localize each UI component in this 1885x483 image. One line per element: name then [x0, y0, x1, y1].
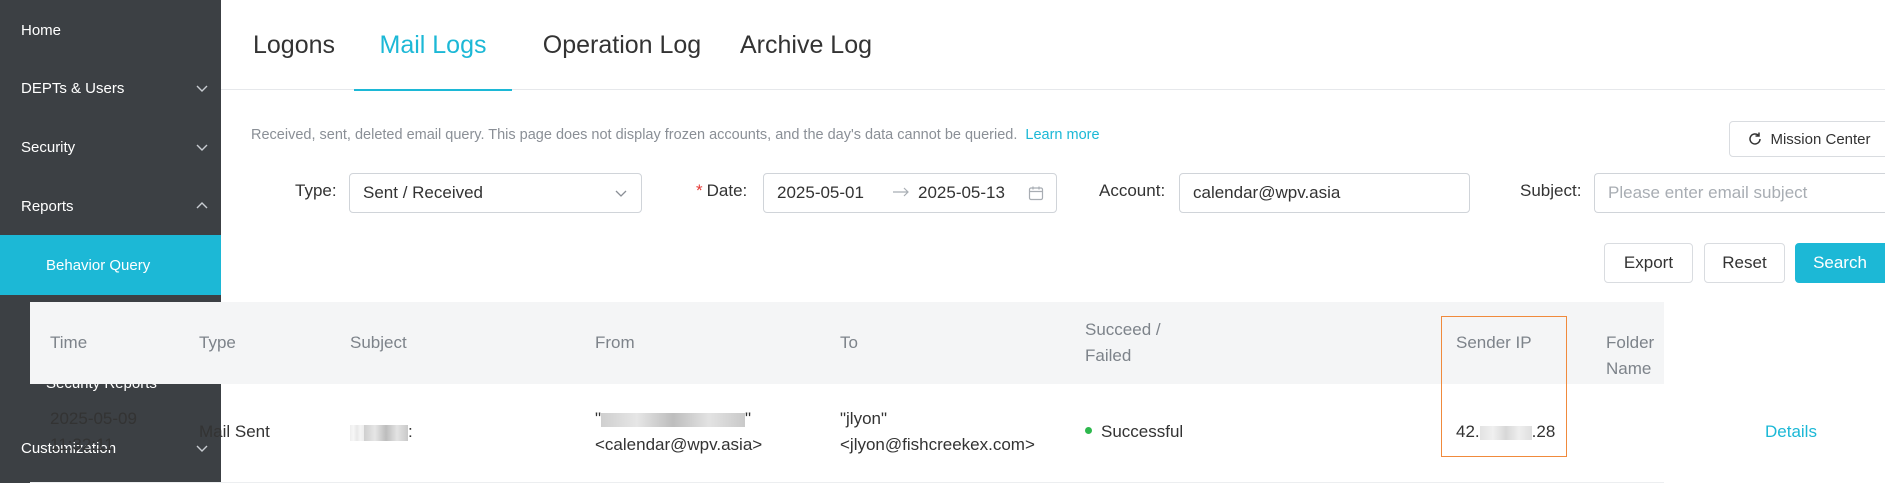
type-select[interactable]: Sent / Received	[349, 173, 642, 213]
sidebar-item-label: Home	[21, 21, 62, 39]
reset-button[interactable]: Reset	[1704, 243, 1785, 283]
page-notice: Received, sent, deleted email query. Thi…	[251, 127, 1100, 143]
search-button[interactable]: Search	[1795, 243, 1885, 283]
details-link[interactable]: Details	[1765, 419, 1817, 445]
column-header-subject: Subject	[350, 333, 407, 352]
date-label-text: Date	[706, 181, 743, 200]
type-label-text: Type	[295, 181, 332, 200]
notice-text: Received, sent, deleted email query. Thi…	[251, 127, 1018, 143]
mission-center-label: Mission Center	[1770, 130, 1871, 148]
sidebar-item-label: Reports	[21, 197, 74, 215]
calendar-icon	[1028, 185, 1044, 201]
status-text: Successful	[1101, 422, 1184, 441]
date-range-picker[interactable]: 2025-05-01 2025-05-13	[763, 173, 1057, 213]
header-line: Succeed /	[1085, 320, 1161, 339]
cell-status: Successful	[1085, 419, 1183, 445]
colon: :	[1576, 181, 1582, 200]
account-label: Account:	[1099, 181, 1165, 203]
cell-time: 2025-05-09 11:32:11	[50, 406, 137, 458]
column-header-succeed-failed: Succeed / Failed	[1085, 317, 1161, 369]
tab-archive-log[interactable]: Archive Log	[731, 0, 881, 90]
date-label: * Date:	[696, 181, 747, 203]
refresh-icon	[1749, 132, 1762, 145]
subject-input[interactable]: Please enter email subject	[1594, 173, 1885, 213]
date-start[interactable]: 2025-05-01	[777, 183, 864, 203]
redacted-block	[364, 424, 408, 441]
learn-more-link[interactable]: Learn more	[1025, 127, 1099, 143]
sidebar-item-label: Behavior Query	[46, 256, 151, 274]
quote-close: "	[745, 409, 752, 428]
cell-type: Mail Sent	[199, 422, 270, 441]
account-label-text: Account	[1099, 181, 1161, 200]
tab-logons[interactable]: Logons	[246, 0, 342, 90]
column-header-to: To	[840, 333, 858, 352]
subject-input-placeholder: Please enter email subject	[1608, 183, 1808, 202]
tab-mail-logs[interactable]: Mail Logs	[354, 0, 512, 91]
colon: :	[331, 181, 337, 200]
cell-to: "jlyon" <jlyon@fishcreekex.com>	[840, 406, 1035, 458]
column-header-type: Type	[199, 333, 236, 352]
cell-to-name: "jlyon"	[840, 409, 888, 428]
cell-time-date: 2025-05-09	[50, 409, 137, 428]
account-input[interactable]: calendar@wpv.asia	[1179, 173, 1470, 213]
subject-label: Subject:	[1520, 181, 1581, 203]
cell-from-email: <calendar@wpv.asia>	[595, 435, 763, 454]
sender-ip-highlight-box	[1441, 316, 1567, 457]
sidebar-item-depts-users[interactable]: DEPTs & Users	[0, 58, 221, 118]
arrow-right-icon	[892, 184, 910, 200]
cell-to-email: <jlyon@fishcreekex.com>	[840, 435, 1035, 454]
table-row: 2025-05-09 11:32:11 Mail Sent : " " <calend…	[30, 384, 1664, 483]
success-dot-icon	[1085, 427, 1092, 435]
tab-operation-log[interactable]: Operation Log	[534, 0, 710, 90]
cell-from: " " <calendar@wpv.asia>	[595, 406, 762, 458]
sidebar-item-home[interactable]: Home	[0, 0, 221, 60]
required-mark: *	[696, 181, 703, 200]
type-label: Type:	[295, 181, 337, 203]
cell-time-clock: 11:32:11	[50, 435, 114, 454]
mission-center-button[interactable]: Mission Center	[1729, 121, 1885, 157]
account-input-value: calendar@wpv.asia	[1193, 183, 1341, 202]
redacted-block	[601, 412, 746, 427]
colon: :	[742, 181, 748, 200]
sidebar-item-reports[interactable]: Reports	[0, 176, 221, 236]
sidebar-item-security[interactable]: Security	[0, 117, 221, 177]
sidebar-item-label: DEPTs & Users	[21, 79, 125, 97]
date-end[interactable]: 2025-05-13	[918, 183, 1005, 203]
sidebar-item-behavior-query[interactable]: Behavior Query	[0, 235, 221, 295]
table-header: Time Type Subject From To Succeed / Faile…	[30, 302, 1664, 384]
column-header-from: From	[595, 333, 635, 352]
header-line: Failed	[1085, 346, 1132, 365]
colon: :	[1160, 181, 1166, 200]
chevron-up-icon	[195, 199, 209, 213]
column-header-time: Time	[50, 333, 88, 352]
type-select-value: Sent / Received	[363, 183, 484, 202]
chevron-down-icon	[195, 140, 209, 154]
cell-subject: :	[350, 419, 413, 445]
redacted-block	[350, 424, 364, 441]
subject-label-text: Subject	[1520, 181, 1577, 200]
export-button[interactable]: Export	[1604, 243, 1693, 283]
tab-bar: Logons Mail Logs Operation Log Archive L…	[221, 0, 1885, 91]
chevron-down-icon	[613, 185, 629, 201]
cell-subject-suffix: :	[408, 422, 413, 441]
chevron-down-icon	[195, 81, 209, 95]
column-header-folder-name: Folder Name	[1606, 333, 1655, 378]
sidebar-item-label: Security	[21, 138, 76, 156]
